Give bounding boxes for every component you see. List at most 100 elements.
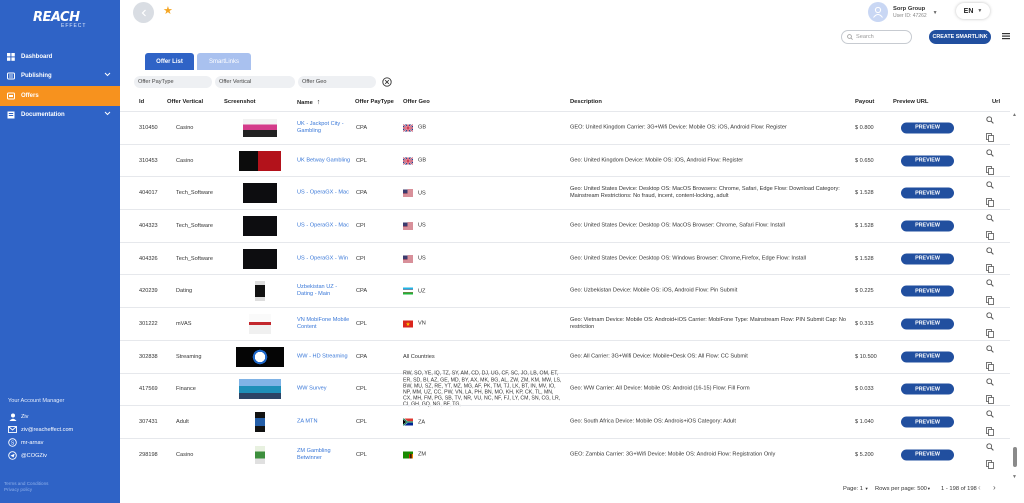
table-row: 417569 Finance WW Survey CPL RW, SO, YE,… <box>120 371 1010 408</box>
sidebar-item-offers[interactable]: Offers <box>0 86 120 106</box>
offer-screenshot[interactable] <box>236 313 284 334</box>
sidebar-item-publishing[interactable]: Publishing <box>0 67 120 87</box>
col-name[interactable]: Name ↑ <box>297 99 320 106</box>
offer-screenshot[interactable] <box>236 281 284 302</box>
offer-paytype: CPL <box>356 451 367 458</box>
preview-button[interactable]: PREVIEW <box>901 416 954 428</box>
copy-icon[interactable] <box>986 263 995 273</box>
col-offer-vertical[interactable]: Offer Vertical <box>167 99 203 105</box>
offer-screenshot[interactable] <box>236 183 284 204</box>
logo[interactable]: REACH EFFECT <box>33 10 93 32</box>
scroll-up-arrow-icon[interactable]: ▲ <box>1012 112 1017 118</box>
manager-skype[interactable]: S mr-arnav <box>8 436 118 449</box>
offer-name-link[interactable]: Uzbekistan UZ - Dating - Main <box>297 284 351 298</box>
tab-smartlinks[interactable]: SmartLinks <box>197 53 251 70</box>
url-actions <box>986 345 995 371</box>
col-payout[interactable]: Payout <box>855 99 874 105</box>
offer-name-link[interactable]: US - OperaGX - Mac <box>297 190 351 197</box>
pager-page[interactable]: Page: 1 ▼ <box>843 486 869 492</box>
copy-icon[interactable] <box>986 427 995 437</box>
search-input[interactable]: Search <box>841 30 912 44</box>
pager-rows-per-page[interactable]: Rows per page: 500▼ <box>875 486 931 492</box>
preview-button[interactable]: PREVIEW <box>901 187 954 199</box>
copy-icon[interactable] <box>986 361 995 371</box>
preview-button[interactable]: PREVIEW <box>901 318 954 330</box>
search-icon[interactable] <box>986 116 995 125</box>
offer-name-link[interactable]: WW - HD Streaming <box>297 353 351 360</box>
offer-screenshot[interactable] <box>236 248 284 269</box>
copy-icon[interactable] <box>986 394 995 404</box>
manager-telegram[interactable]: @COGZiv <box>8 449 118 462</box>
col-offer-geo[interactable]: Offer Geo <box>403 99 430 105</box>
filter-offer-vertical[interactable]: Offer Vertical <box>215 76 295 88</box>
offer-screenshot[interactable] <box>236 215 284 236</box>
pager-prev-icon[interactable]: ‹ <box>978 483 981 492</box>
offer-screenshot[interactable] <box>236 118 284 138</box>
scroll-down-arrow-icon[interactable]: ▼ <box>1012 474 1017 480</box>
copy-icon[interactable] <box>986 198 995 208</box>
search-icon[interactable] <box>986 214 995 223</box>
col-offer-paytype[interactable]: Offer PayType <box>355 99 394 105</box>
search-icon[interactable] <box>986 181 995 190</box>
search-icon[interactable] <box>986 345 995 354</box>
sort-arrow-up-icon[interactable]: ↑ <box>317 99 321 106</box>
scrollbar-thumb[interactable] <box>1013 447 1017 467</box>
privacy-link[interactable]: Privacy policy <box>4 487 48 493</box>
search-icon[interactable] <box>986 410 995 419</box>
clear-filters-icon[interactable] <box>382 77 392 87</box>
offer-name-link[interactable]: WW Survey <box>297 386 351 393</box>
offer-name-link[interactable]: UK Betway Gambling <box>297 157 351 164</box>
filter-offer-geo[interactable]: Offer Geo <box>298 76 376 88</box>
offer-screenshot[interactable] <box>236 379 284 400</box>
copy-icon[interactable] <box>986 459 995 469</box>
tab-offer-list[interactable]: Offer List <box>145 53 194 70</box>
flag-vn-icon <box>403 320 413 328</box>
favorite-star-icon[interactable]: ★ <box>163 4 173 17</box>
offer-name-link[interactable]: UK - Jackpot City - Gambling <box>297 121 351 135</box>
preview-button[interactable]: PREVIEW <box>901 351 954 363</box>
preview-button[interactable]: PREVIEW <box>901 155 954 167</box>
back-button[interactable] <box>133 2 154 23</box>
offer-screenshot[interactable] <box>236 150 284 171</box>
copy-icon[interactable] <box>986 296 995 306</box>
search-icon[interactable] <box>986 377 995 387</box>
offer-screenshot[interactable] <box>236 346 284 367</box>
sidebar-item-dashboard[interactable]: Dashboard <box>0 47 120 67</box>
preview-button[interactable]: PREVIEW <box>901 285 954 297</box>
offer-geo: US <box>403 189 426 197</box>
preview-button[interactable]: PREVIEW <box>901 383 954 395</box>
offer-name-link[interactable]: VN MobiFone Mobile Content <box>297 317 351 331</box>
chevron-down-icon[interactable] <box>104 72 111 79</box>
search-icon[interactable] <box>986 312 995 321</box>
copy-icon[interactable] <box>986 231 995 240</box>
search-icon[interactable] <box>986 279 995 288</box>
user-menu[interactable]: Sorp Group User ID: 47262 ▼ <box>868 1 952 23</box>
offer-name-link[interactable]: ZM Gambling Betwinner <box>297 448 351 462</box>
offer-screenshot[interactable] <box>236 412 284 433</box>
offer-name-link[interactable]: US - OperaGX - Win <box>297 255 351 262</box>
copy-icon[interactable] <box>986 133 995 142</box>
pager-next-icon[interactable]: › <box>993 483 996 492</box>
preview-button[interactable]: PREVIEW <box>901 122 954 134</box>
search-icon[interactable] <box>986 247 995 256</box>
offer-name-link[interactable]: US - OperaGX - Mac <box>297 222 351 229</box>
search-icon[interactable] <box>986 149 995 158</box>
copy-icon[interactable] <box>986 165 995 175</box>
col-id[interactable]: Id <box>139 99 144 105</box>
chevron-down-icon[interactable] <box>104 111 111 118</box>
preview-button[interactable]: PREVIEW <box>901 449 954 461</box>
sidebar-item-documentation[interactable]: Documentation <box>0 106 120 126</box>
screenshot-thumbnail <box>249 313 271 334</box>
offer-screenshot[interactable] <box>236 445 284 465</box>
search-icon[interactable] <box>986 443 995 452</box>
preview-button[interactable]: PREVIEW <box>901 220 954 232</box>
copy-icon[interactable] <box>986 329 995 339</box>
table-row: 302838 Streaming WW - HD Streaming CPA A… <box>120 339 1010 373</box>
offer-name-link[interactable]: ZA MTN <box>297 419 351 426</box>
create-smartlink-button[interactable]: CREATE SMARTLINK <box>929 30 991 44</box>
manager-email[interactable]: ziv@reacheffect.com <box>8 423 118 436</box>
preview-button[interactable]: PREVIEW <box>901 253 954 265</box>
filter-offer-paytype[interactable]: Offer PayType <box>134 76 212 88</box>
language-selector[interactable]: EN ▼ <box>956 3 990 19</box>
hamburger-menu-icon[interactable] <box>1001 31 1011 41</box>
